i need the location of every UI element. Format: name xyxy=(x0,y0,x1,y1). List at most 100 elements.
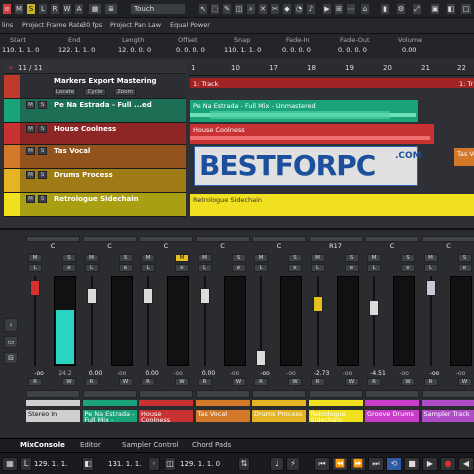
position-value[interactable]: 129. 1. 1. 0 xyxy=(180,460,220,468)
window-layout-icon[interactable]: ▣ xyxy=(430,3,440,15)
mute-button[interactable]: M xyxy=(26,125,35,133)
edit-button[interactable]: e xyxy=(344,264,359,272)
pe-na-estrada-clip[interactable]: Pe Na Estrada - Full Mix - Unmastered xyxy=(190,100,418,122)
range-tool-icon[interactable]: ⬚ xyxy=(210,3,220,15)
mute-button[interactable]: M xyxy=(310,254,325,262)
mute-button[interactable]: M xyxy=(26,147,35,155)
listen-button[interactable]: L xyxy=(423,264,438,272)
solo-button[interactable]: S xyxy=(38,101,47,109)
right-locator-value[interactable]: 131. 1. 1. xyxy=(108,460,141,468)
solo-button[interactable]: S xyxy=(231,254,246,262)
mixer-icon[interactable]: ▦ xyxy=(88,3,102,15)
solo-button[interactable]: S xyxy=(457,254,472,262)
tab-chord-pads[interactable]: Chord Pads xyxy=(192,441,231,449)
listen-button[interactable]: L xyxy=(310,264,325,272)
volume-value[interactable]: -4.51 xyxy=(365,370,391,377)
routing-slot[interactable] xyxy=(26,390,80,398)
volume-value[interactable]: -oo xyxy=(26,370,52,377)
volume-value[interactable]: 0.00 xyxy=(402,46,416,54)
solo-button[interactable]: S xyxy=(62,254,76,262)
read-button[interactable]: R xyxy=(28,378,42,386)
pointer-tool-icon[interactable]: ↖ xyxy=(198,3,208,15)
volume-fader[interactable] xyxy=(369,300,379,316)
volume-value[interactable]: 0.00 xyxy=(196,370,222,377)
read-button[interactable]: R xyxy=(254,378,268,386)
listen-button[interactable]: L xyxy=(197,264,212,272)
tab-mixconsole[interactable]: MixConsole xyxy=(20,441,65,449)
listen-button[interactable]: L xyxy=(38,3,48,15)
solo-button[interactable]: M xyxy=(175,254,189,262)
mute-button[interactable]: M xyxy=(197,254,212,262)
time-warp-tool-icon[interactable]: ◔ xyxy=(294,3,304,15)
track-drums-process[interactable]: Drums Process M S xyxy=(4,169,186,193)
forward-icon[interactable]: ⏩ xyxy=(350,457,366,471)
timeline-ruler[interactable]: 1 10 17 18 19 20 21 22 xyxy=(189,62,474,76)
pan-value[interactable]: C xyxy=(83,242,137,250)
track-markers[interactable]: Markers Export Mastering Locate Cycle Zo… xyxy=(4,75,186,99)
listen-button[interactable]: L xyxy=(84,264,99,272)
pan-value[interactable]: C xyxy=(422,242,474,250)
mute-button[interactable]: M xyxy=(84,254,99,262)
solo-button[interactable]: S xyxy=(38,171,47,179)
edit-button[interactable]: e xyxy=(231,264,246,272)
volume-fader[interactable] xyxy=(86,288,97,304)
volume-value[interactable]: 0.00 xyxy=(139,370,165,377)
edit-button[interactable]: e xyxy=(401,264,415,272)
write-button[interactable]: W xyxy=(175,378,189,386)
pre-roll-icon[interactable]: ◦ xyxy=(148,457,160,471)
mute-button[interactable]: M xyxy=(14,3,24,15)
volume-fader[interactable] xyxy=(312,296,323,312)
mute-button[interactable]: M xyxy=(28,254,42,262)
glue-tool-icon[interactable]: ◆ xyxy=(282,3,292,15)
pan-value[interactable]: C xyxy=(26,242,80,250)
automation-button[interactable]: A xyxy=(74,3,84,15)
read-button[interactable]: R xyxy=(310,378,325,386)
toolbar-menu-button[interactable]: ≡ xyxy=(2,3,12,15)
edit-button[interactable]: e xyxy=(288,264,302,272)
volume-fader[interactable] xyxy=(143,288,153,304)
rewind-icon[interactable]: ⏪ xyxy=(332,457,348,471)
listen-button[interactable]: L xyxy=(28,264,42,272)
edit-button[interactable]: e xyxy=(118,264,133,272)
more-icon[interactable]: ◀ xyxy=(458,457,474,471)
quantize-icon[interactable]: ⌂ xyxy=(360,3,370,15)
info-item[interactable]: Equal Power xyxy=(170,21,210,29)
go-to-start-icon[interactable]: ⏮ xyxy=(314,457,330,471)
info-item[interactable]: 30 fps xyxy=(82,21,102,29)
routing-slot[interactable] xyxy=(421,390,474,398)
edit-button[interactable]: e xyxy=(62,264,76,272)
mute-button[interactable]: M xyxy=(254,254,268,262)
punch-icon[interactable]: ◧ xyxy=(82,457,94,471)
pencil-tool-icon[interactable]: ✎ xyxy=(222,3,232,15)
eraser-tool-icon[interactable]: ◫ xyxy=(234,3,244,15)
write-button[interactable]: W xyxy=(62,378,76,386)
solo-button[interactable]: S xyxy=(288,254,302,262)
volume-value[interactable]: 0.00 xyxy=(83,370,109,377)
stop-icon[interactable]: ■ xyxy=(404,457,420,471)
end-value[interactable]: 122. 1. 1. 0 xyxy=(58,46,95,54)
tab-editor[interactable]: Editor xyxy=(80,441,101,449)
left-locator-value[interactable]: 129. 1. 1. xyxy=(34,460,67,468)
grid-icon[interactable]: ⋯ xyxy=(346,3,356,15)
solo-button[interactable]: S xyxy=(38,147,47,155)
read-button[interactable]: R xyxy=(367,378,381,386)
tab-sampler-control[interactable]: Sampler Control xyxy=(122,441,179,449)
solo-button[interactable]: S xyxy=(401,254,415,262)
solo-button[interactable]: S xyxy=(38,125,47,133)
solo-button[interactable]: S xyxy=(344,254,359,262)
track-house-coolness[interactable]: House Coolness M S xyxy=(4,123,186,145)
write-button[interactable]: W xyxy=(288,378,302,386)
mute-tool-icon[interactable]: ✕ xyxy=(258,3,268,15)
volume-fader[interactable] xyxy=(256,350,266,366)
sync-icon[interactable]: ⇅ xyxy=(238,457,250,471)
marker-track-clip[interactable]: 1: Track xyxy=(190,78,458,88)
mute-button[interactable]: M xyxy=(367,254,381,262)
snap-icon[interactable]: ⊞ xyxy=(334,3,344,15)
write-button[interactable]: W xyxy=(231,378,246,386)
offset-value[interactable]: 0. 0. 0. 0 xyxy=(176,46,205,54)
routing-slot[interactable] xyxy=(139,390,193,398)
volume-fader[interactable] xyxy=(199,288,210,304)
write-button[interactable]: W xyxy=(344,378,359,386)
locate-button[interactable]: Locate xyxy=(54,88,76,96)
go-to-end-icon[interactable]: ⏭ xyxy=(368,457,384,471)
